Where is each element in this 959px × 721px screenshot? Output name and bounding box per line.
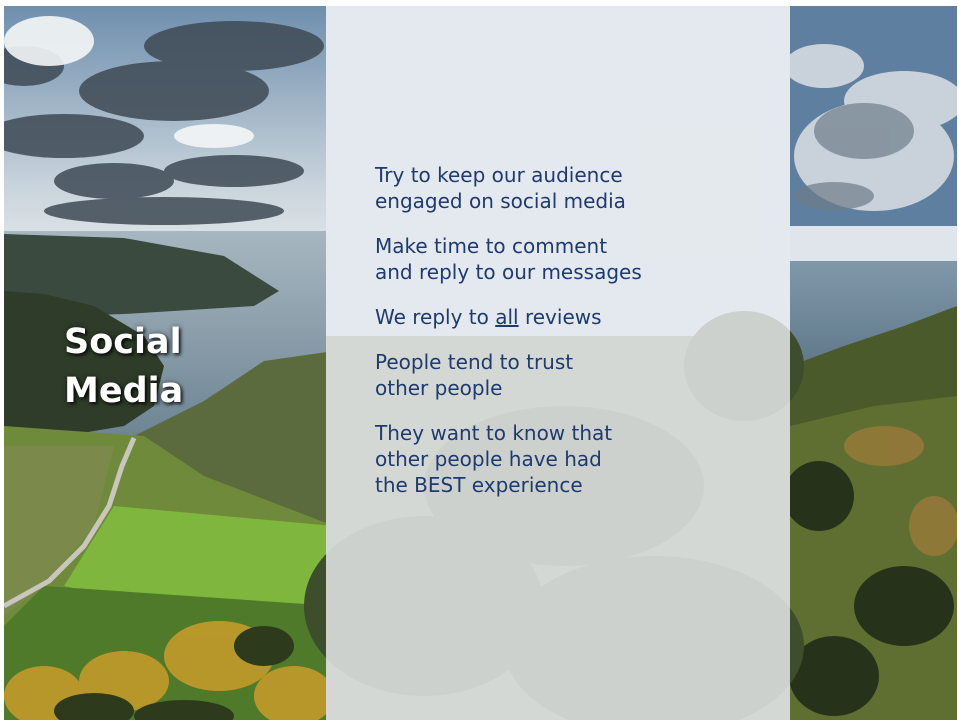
bullet-list: Try to keep our audience engaged on soci… bbox=[375, 162, 775, 517]
bullet-text-after: reviews bbox=[518, 305, 602, 329]
bullet-item: We reply to all reviews bbox=[375, 304, 775, 330]
slide-title-line-1: Social bbox=[64, 322, 182, 362]
bullet-text-before: We reply to bbox=[375, 305, 496, 329]
slide-title-line-2: Media bbox=[64, 371, 184, 411]
bullet-item: Try to keep our audience engaged on soci… bbox=[375, 162, 775, 214]
bullet-emphasis: all bbox=[495, 305, 519, 329]
slide-title: Social Media bbox=[64, 318, 264, 416]
bullet-text: Try to keep our audience engaged on soci… bbox=[375, 163, 626, 213]
bullet-text: People tend to trust other people bbox=[375, 350, 574, 400]
slide: Social Media Try to keep our audience en… bbox=[4, 6, 957, 720]
bullet-item: Make time to comment and reply to our me… bbox=[375, 233, 775, 285]
bullet-item: They want to know that other people have… bbox=[375, 420, 775, 498]
bullet-item: People tend to trust other people bbox=[375, 349, 775, 401]
bullet-text: They want to know that other people have… bbox=[375, 421, 613, 497]
bullet-text: Make time to comment and reply to our me… bbox=[375, 234, 642, 284]
